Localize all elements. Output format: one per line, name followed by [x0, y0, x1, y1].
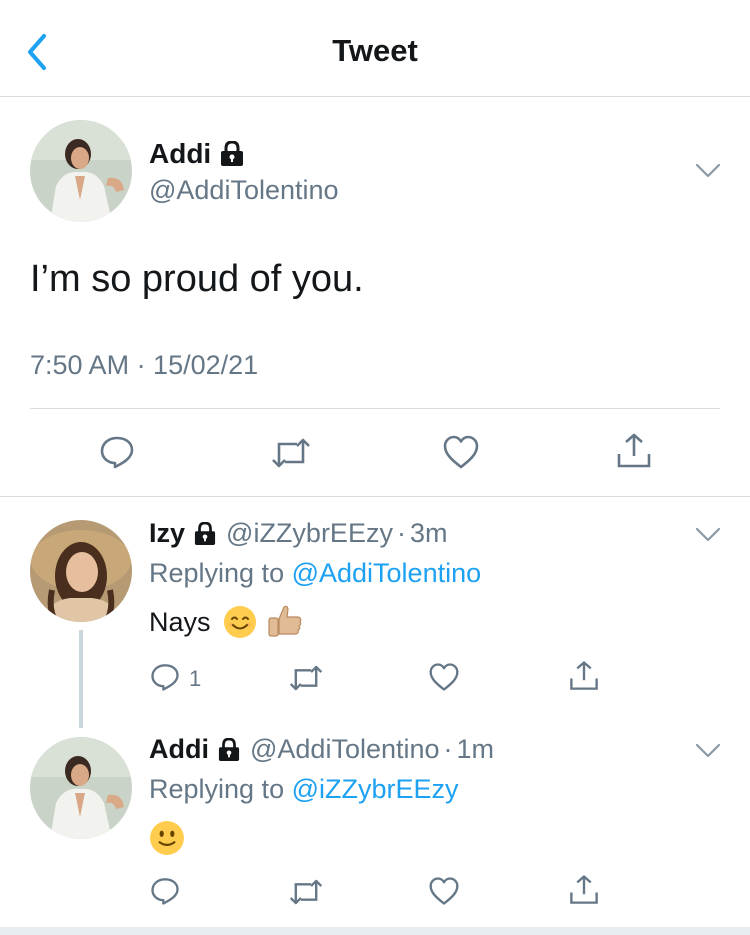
- reply-header: Izy @iZZybrEEzy · 3m: [149, 518, 447, 549]
- retweet-icon[interactable]: [289, 877, 323, 907]
- lock-icon: [194, 521, 216, 545]
- replying-to-link[interactable]: @iZZybrEEzy: [292, 774, 459, 804]
- reply-time: 3m: [409, 518, 448, 548]
- reply-icon[interactable]: [150, 662, 180, 692]
- avatar[interactable]: [30, 737, 132, 839]
- author-name[interactable]: Addi: [149, 138, 211, 170]
- share-icon[interactable]: [568, 660, 600, 692]
- share-icon[interactable]: [568, 874, 600, 906]
- nav-bar: Tweet: [0, 0, 750, 97]
- thread-line: [79, 630, 83, 728]
- separator-dot: ·: [396, 518, 406, 548]
- avatar[interactable]: [30, 120, 132, 222]
- thumbs-up-emoji: [267, 605, 301, 637]
- like-icon[interactable]: [442, 434, 480, 470]
- replying-prefix: Replying to: [149, 774, 292, 804]
- lock-icon: [218, 737, 240, 761]
- page-title: Tweet: [332, 33, 418, 68]
- retweet-icon[interactable]: [271, 436, 311, 470]
- separator-dot: ·: [443, 734, 453, 764]
- author-name[interactable]: Addi: [149, 734, 209, 765]
- reply-text: Nays: [149, 603, 303, 641]
- section-divider: [0, 496, 750, 497]
- share-icon[interactable]: [615, 432, 653, 470]
- retweet-icon[interactable]: [289, 663, 323, 693]
- slightly-smiling-face-emoji: [150, 821, 184, 855]
- divider: [30, 408, 720, 409]
- bottom-divider: [0, 927, 750, 935]
- reply-text-content: Nays: [149, 606, 211, 637]
- chevron-down-icon[interactable]: [694, 162, 722, 180]
- replying-to-link[interactable]: @AddiTolentino: [292, 558, 482, 588]
- avatar[interactable]: [30, 520, 132, 622]
- reply-header: Addi @AddiTolentino · 1m: [149, 734, 494, 765]
- smiling-face-emoji: [223, 606, 256, 638]
- like-icon[interactable]: [428, 876, 460, 906]
- chevron-down-icon[interactable]: [694, 526, 722, 544]
- tweet-timestamp: 7:50 AM · 15/02/21: [30, 350, 259, 380]
- reply-count: 1: [189, 666, 202, 691]
- like-icon[interactable]: [428, 662, 460, 692]
- replying-to: Replying to @AddiTolentino: [149, 558, 481, 589]
- reply-icon[interactable]: [99, 434, 135, 470]
- author-handle[interactable]: @iZZybrEEzy: [226, 518, 393, 549]
- tweet-text: I’m so proud of you.: [30, 258, 364, 300]
- reply-icon[interactable]: [150, 876, 180, 906]
- author-name[interactable]: Izy: [149, 518, 185, 549]
- replying-to: Replying to @iZZybrEEzy: [149, 774, 459, 805]
- reply-text: [149, 820, 185, 856]
- author-name-row[interactable]: Addi: [149, 138, 244, 170]
- chevron-down-icon[interactable]: [694, 742, 722, 760]
- replying-prefix: Replying to: [149, 558, 292, 588]
- lock-icon: [221, 141, 244, 166]
- reply-time: 1m: [456, 734, 495, 764]
- author-handle[interactable]: @AddiTolentino: [149, 175, 339, 206]
- author-handle[interactable]: @AddiTolentino: [250, 734, 440, 765]
